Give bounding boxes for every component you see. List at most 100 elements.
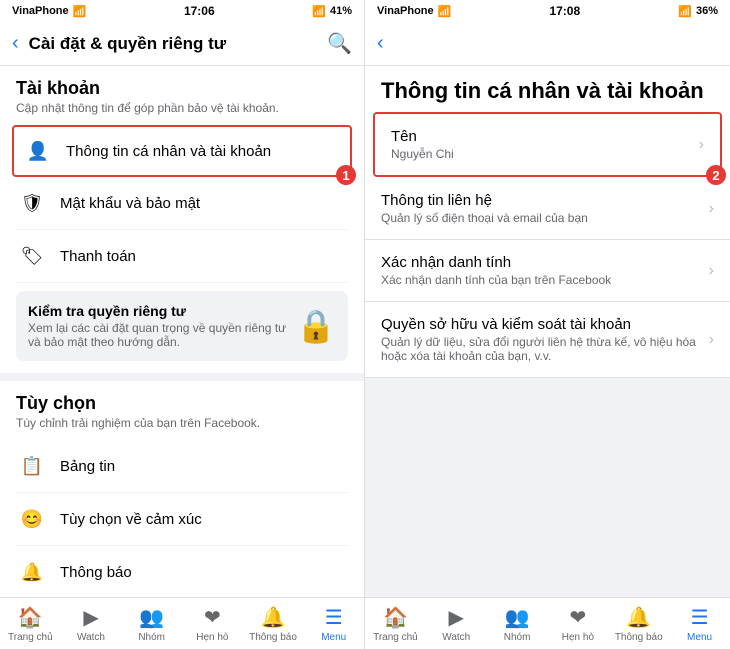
chevron-identity: › [709,262,714,280]
bell-nav-icon-right: 🔔 [626,605,651,630]
privacy-card[interactable]: Kiểm tra quyền riêng tư Xem lại các cài … [16,291,348,361]
nav-watch-right[interactable]: ▶ Watch [426,598,487,649]
notification-menu-item[interactable]: 🔔 Thông báo [16,546,348,597]
privacy-card-desc: Xem lại các cài đặt quan trọng về quyền … [28,321,288,349]
nav-menu-label-left: Menu [321,632,346,643]
contact-content: Thông tin liên hệ Quản lý số điện thoại … [381,192,709,225]
account-title: Tài khoản [16,78,348,99]
nav-home-label-right: Trang chủ [373,632,418,643]
newsfeed-menu-item[interactable]: 📋 Bảng tin [16,440,348,493]
nav-watch-label-left: Watch [77,632,105,643]
emotion-menu-item[interactable]: 😊 Tùy chọn về cảm xúc [16,493,348,546]
home-icon-right: 🏠 [383,605,408,630]
battery-left: 41% [330,5,352,17]
chevron-contact: › [709,200,714,218]
right-content: Thông tin cá nhân và tài khoản Tên Nguyễ… [365,66,730,597]
nav-watch-left[interactable]: ▶ Watch [61,598,122,649]
right-screen: VinaPhone 📶 17:08 📶 36% ‹ Thông tin cá n… [365,0,730,649]
privacy-card-text: Kiểm tra quyền riêng tư Xem lại các cài … [28,303,288,349]
tag-icon: 🏷 [16,240,48,272]
nav-notif-left[interactable]: 🔔 Thông báo [243,598,304,649]
password-menu-item[interactable]: 🛡 Mật khẩu và bảo mật [16,177,348,230]
battery-right: 36% [696,5,718,17]
bell-nav-icon-left: 🔔 [261,605,286,630]
name-desc: Nguyễn Chi [391,147,699,161]
newsfeed-icon: 📋 [16,450,48,482]
notification-label: Thông báo [60,564,132,581]
bottom-nav-left: 🏠 Trang chủ ▶ Watch 👥 Nhóm ❤ Hẹn hò 🔔 Th… [0,597,364,649]
privacy-card-title: Kiểm tra quyền riêng tư [28,303,288,319]
wifi-icon: 📶 [73,5,87,18]
groups-icon-right: 👥 [505,605,530,630]
identity-title: Xác nhận danh tính [381,254,709,271]
heart-icon-right: ❤ [570,605,587,630]
nav-home-left[interactable]: 🏠 Trang chủ [0,598,61,649]
contact-desc: Quản lý số điện thoại và email của bạn [381,211,709,225]
ownership-content: Quyền sở hữu và kiểm soát tài khoản Quản… [381,316,709,363]
nav-watch-label-right: Watch [442,632,470,643]
ownership-desc: Quản lý dữ liệu, sửa đổi người liên hệ t… [381,335,709,363]
left-screen: VinaPhone 📶 17:06 📶 41% ‹ Cài đặt & quyề… [0,0,365,649]
nav-menu-right[interactable]: ☰ Menu [669,598,730,649]
back-button-left[interactable]: ‹ [12,32,19,55]
nav-groups-label-right: Nhóm [504,632,531,643]
status-left-right: VinaPhone 📶 [377,5,451,18]
right-content-block: Thông tin cá nhân và tài khoản Tên Nguyễ… [365,66,730,378]
carrier-right: VinaPhone [377,5,434,17]
ownership-info-item[interactable]: Quyền sở hữu và kiểm soát tài khoản Quản… [365,302,730,378]
chevron-ownership: › [709,331,714,349]
name-title: Tên [391,128,699,145]
name-content: Tên Nguyễn Chi [391,128,699,161]
watch-icon-right: ▶ [449,605,464,630]
name-item-wrapper: Tên Nguyễn Chi › 2 [365,112,730,177]
options-section: Tùy chọn Tùy chỉnh trải nghiệm của bạn t… [0,381,364,597]
contact-info-item[interactable]: Thông tin liên hệ Quản lý số điện thoại … [365,178,730,240]
emotion-icon: 😊 [16,503,48,535]
nav-notif-label-left: Thông báo [249,632,297,643]
status-right-left: 📶 41% [312,5,352,18]
personal-info-menu-item[interactable]: 👤 Thông tin cá nhân và tài khoản 1 [12,125,352,177]
watch-icon-left: ▶ [83,605,98,630]
chevron-name: › [699,136,704,154]
payment-menu-item[interactable]: 🏷 Thanh toán [16,230,348,283]
time-left: 17:06 [184,4,215,18]
newsfeed-label: Bảng tin [60,458,115,475]
identity-content: Xác nhận danh tính Xác nhận danh tính củ… [381,254,709,287]
step-badge-1: 1 [336,165,356,185]
left-content: Tài khoản Cập nhật thông tin để góp phần… [0,66,364,597]
carrier-left: VinaPhone [12,5,69,17]
bottom-nav-right: 🏠 Trang chủ ▶ Watch 👥 Nhóm ❤ Hẹn hò 🔔 Th… [365,597,730,649]
signal-icon-left: 📶 [312,5,326,18]
lock-icon: 🔒 [296,307,336,345]
identity-info-item[interactable]: Xác nhận danh tính Xác nhận danh tính củ… [365,240,730,302]
ownership-title: Quyền sở hữu và kiểm soát tài khoản [381,316,709,333]
password-label: Mật khẩu và bảo mật [60,195,200,212]
nav-menu-label-right: Menu [687,632,712,643]
nav-home-right[interactable]: 🏠 Trang chủ [365,598,426,649]
emotion-label: Tùy chọn về cảm xúc [60,511,202,528]
account-subtitle: Cập nhật thông tin để góp phần bảo vệ tà… [16,101,348,115]
person-icon: 👤 [22,135,54,167]
nav-dating-right[interactable]: ❤ Hẹn hò [547,598,608,649]
nav-groups-label-left: Nhóm [138,632,165,643]
bell-icon-left: 🔔 [16,556,48,588]
nav-groups-left[interactable]: 👥 Nhóm [121,598,182,649]
status-bar-right: VinaPhone 📶 17:08 📶 36% [365,0,730,22]
search-button-left[interactable]: 🔍 [327,31,352,56]
nav-groups-right[interactable]: 👥 Nhóm [487,598,548,649]
nav-dating-label-right: Hẹn hò [562,632,594,643]
groups-icon-left: 👥 [139,605,164,630]
payment-label: Thanh toán [60,248,136,265]
shield-icon: 🛡 [16,187,48,219]
home-icon-left: 🏠 [18,605,43,630]
header-title-left: Cài đặt & quyền riêng tư [29,34,327,54]
nav-notif-right[interactable]: 🔔 Thông báo [608,598,669,649]
name-info-item[interactable]: Tên Nguyễn Chi › 2 [373,112,722,177]
back-button-right[interactable]: ‹ [377,32,384,55]
account-section: Tài khoản Cập nhật thông tin để góp phần… [0,66,364,373]
nav-notif-label-right: Thông báo [615,632,663,643]
step-badge-2: 2 [706,165,726,185]
nav-dating-left[interactable]: ❤ Hẹn hò [182,598,243,649]
wifi-icon-right: 📶 [438,5,452,18]
nav-menu-left[interactable]: ☰ Menu [303,598,364,649]
